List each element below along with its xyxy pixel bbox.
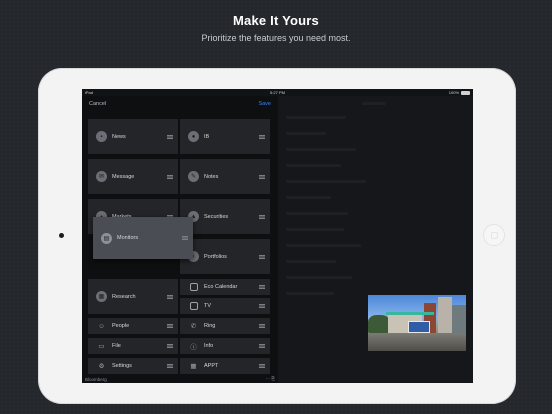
ghost-row	[286, 116, 346, 119]
tile-label: IB	[204, 133, 210, 140]
tile-label: Research	[112, 293, 136, 300]
chat-bubble-icon: ●	[188, 131, 199, 142]
layout-editor: Cancel Save ▪ News ● IB ✉ Message ✎ Note…	[82, 96, 278, 383]
ghost-row	[286, 148, 356, 151]
drag-handle-icon[interactable]	[167, 344, 173, 348]
drag-handle-icon[interactable]	[259, 254, 265, 259]
tile-label: News	[112, 133, 126, 140]
info-icon: ⓘ	[190, 344, 197, 351]
drag-handle-icon[interactable]	[259, 214, 265, 219]
gear-icon: ⚙	[98, 363, 105, 370]
tile-label: APPT	[204, 363, 219, 369]
video-thumbnail[interactable]	[368, 295, 466, 351]
editor-header: Cancel Save	[82, 96, 278, 112]
home-button[interactable]	[483, 224, 505, 246]
drag-handle-icon[interactable]	[259, 174, 265, 179]
drag-handle-icon[interactable]	[259, 344, 265, 348]
ghost-row	[286, 260, 336, 263]
tile-settings[interactable]: ⚙ Settings	[88, 358, 178, 374]
tile-label: People	[112, 323, 130, 329]
tile-label: Securities	[204, 213, 229, 220]
tile-people[interactable]: ☺ People	[88, 318, 178, 334]
footer-brand: Bloomberg	[85, 377, 107, 382]
tile-notes[interactable]: ✎ Notes	[180, 159, 270, 194]
tile-ib[interactable]: ● IB	[180, 119, 270, 154]
ghost-row	[286, 196, 331, 199]
device-screen: iPad 5:27 PM 100% Cancel Save ▪ News ● I…	[82, 89, 473, 383]
video-caption-bar	[386, 312, 434, 315]
home-button-glyph	[490, 231, 498, 239]
tile-file[interactable]: ▭ File	[88, 338, 178, 354]
video-scene	[452, 305, 466, 335]
drag-handle-icon[interactable]	[259, 304, 265, 308]
drag-handle-icon[interactable]	[167, 174, 173, 179]
notes-icon: ✎	[188, 171, 199, 182]
ghost-row	[286, 228, 344, 231]
battery-percent: 100%	[448, 90, 459, 95]
ghost-row	[286, 244, 361, 247]
tile-news[interactable]: ▪ News	[88, 119, 178, 154]
folder-icon: ▭	[98, 343, 105, 350]
status-bar: iPad 5:27 PM 100%	[82, 89, 473, 96]
ghost-row	[286, 212, 348, 215]
video-scene	[438, 297, 452, 335]
tile-label: Notes	[204, 173, 219, 180]
drag-handle-icon[interactable]	[167, 134, 173, 139]
video-scene	[408, 321, 430, 333]
envelope-icon: ✉	[96, 171, 107, 182]
drag-handle-icon[interactable]	[259, 285, 265, 289]
tile-label: Info	[204, 343, 214, 349]
tile-portfolios[interactable]: ◐ Portfolios	[180, 239, 270, 274]
promo-subtitle: Prioritize the features you need most.	[201, 33, 351, 43]
ghost-row	[286, 132, 326, 135]
person-icon: ☺	[98, 322, 105, 330]
ghost-row	[286, 276, 352, 279]
tile-label: TV	[204, 303, 212, 309]
tile-info[interactable]: ⓘ Info	[180, 338, 270, 354]
video-scene	[368, 315, 390, 333]
tile-research[interactable]: ▦ Research	[88, 279, 178, 314]
calendar-icon	[190, 283, 198, 291]
tile-eco-calendar[interactable]: Eco Calendar	[180, 279, 270, 295]
drag-handle-icon[interactable]	[167, 364, 173, 368]
tile-securities[interactable]: ▲ Securities	[180, 199, 270, 234]
toolbar-icons[interactable]: ⋯ ⎘	[266, 376, 275, 382]
save-button[interactable]: Save	[258, 101, 271, 107]
ghost-row	[286, 292, 334, 295]
tile-appt[interactable]: ▦ APPT	[180, 358, 270, 374]
tile-ring[interactable]: ✆ Ring	[180, 318, 270, 334]
editor-footer: Bloomberg ⋯ ⎘	[82, 375, 278, 383]
video-scene	[368, 333, 466, 351]
drag-handle-icon[interactable]	[182, 236, 188, 240]
ghost-row	[286, 180, 366, 183]
promo-title: Make It Yours	[233, 13, 319, 28]
tile-label: Settings	[112, 363, 132, 369]
appointment-icon: ▦	[190, 363, 197, 370]
drag-handle-icon[interactable]	[259, 324, 265, 328]
drag-handle-icon[interactable]	[259, 134, 265, 139]
tile-label: Portfolios	[204, 253, 227, 260]
monitor-icon: ▤	[101, 232, 112, 244]
ghost-row	[286, 164, 341, 167]
tile-label: Ring	[204, 323, 216, 329]
phone-icon: ✆	[190, 323, 197, 330]
tile-monitors-dragging[interactable]: ▤ Monitors	[93, 217, 193, 259]
news-icon: ▪	[96, 131, 107, 142]
battery-icon	[461, 90, 470, 95]
tile-message[interactable]: ✉ Message	[88, 159, 178, 194]
cancel-button[interactable]: Cancel	[89, 101, 106, 107]
drag-handle-icon[interactable]	[167, 294, 173, 299]
tile-label: File	[112, 343, 121, 349]
tile-tv[interactable]: TV	[180, 298, 270, 314]
drag-handle-icon[interactable]	[259, 364, 265, 368]
tile-label: Message	[112, 173, 135, 180]
tile-label: Monitors	[117, 235, 139, 241]
research-icon: ▦	[96, 291, 107, 302]
drag-handle-icon[interactable]	[167, 324, 173, 328]
camera-dot	[59, 233, 64, 238]
tile-label: Eco Calendar	[204, 284, 238, 290]
ghost-row	[362, 102, 386, 105]
status-time: 5:27 PM	[270, 90, 285, 95]
tv-icon	[190, 302, 198, 310]
